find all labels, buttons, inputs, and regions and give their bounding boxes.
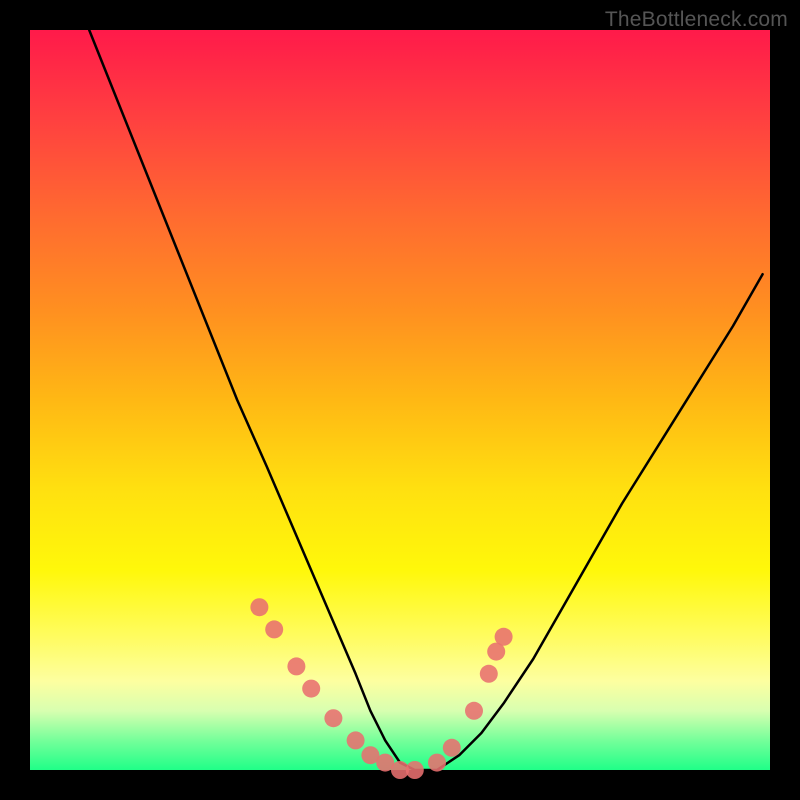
plot-area: [30, 30, 770, 770]
chart-svg: [30, 30, 770, 770]
data-point: [495, 628, 513, 646]
chart-frame: TheBottleneck.com: [0, 0, 800, 800]
data-point: [265, 620, 283, 638]
data-point: [480, 665, 498, 683]
marker-layer: [250, 598, 512, 779]
data-point: [347, 731, 365, 749]
data-point: [324, 709, 342, 727]
data-point: [443, 739, 461, 757]
watermark-text: TheBottleneck.com: [605, 8, 788, 32]
bottleneck-curve: [89, 30, 762, 770]
data-point: [406, 761, 424, 779]
data-point: [250, 598, 268, 616]
data-point: [287, 657, 305, 675]
data-point: [465, 702, 483, 720]
data-point: [302, 680, 320, 698]
data-point: [428, 754, 446, 772]
curve-layer: [89, 30, 762, 770]
